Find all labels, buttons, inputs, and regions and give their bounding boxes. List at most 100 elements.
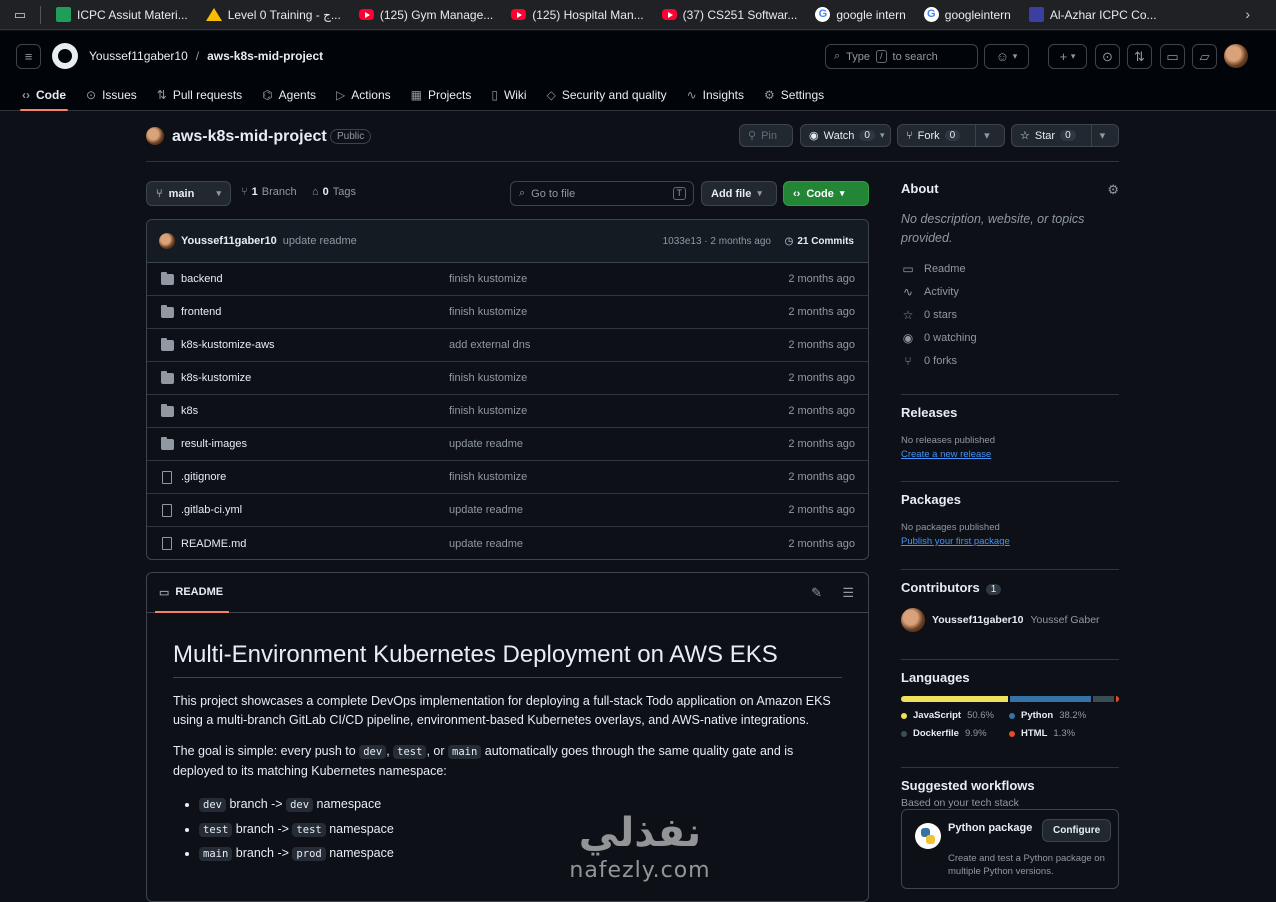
bookmark-item[interactable]: (125) Gym Manage... [358,8,493,22]
file-commit-message[interactable]: finish kustomize [449,306,527,318]
fork-button[interactable]: ⑂ Fork 0 ▾ [897,124,1005,147]
pencil-icon[interactable]: ✎ [811,585,822,601]
tab-code[interactable]: ‹› Code [12,80,76,111]
file-row[interactable]: .gitlab-ci.yml update readme 2 months ago [147,494,868,527]
tab-insights[interactable]: ∿ Insights [677,80,754,110]
file-row[interactable]: .gitignore finish kustomize 2 months ago [147,461,868,494]
language-item[interactable]: JavaScript 50.6% [901,710,1009,721]
branch-selector[interactable]: ⑂ main ▾ [146,181,231,206]
file-row[interactable]: README.md update readme 2 months ago [147,527,868,559]
add-file-button[interactable]: Add file ▾ [701,181,777,206]
releases-title[interactable]: Releases [901,405,1119,420]
issues-icon[interactable]: ⊙ [1095,44,1120,69]
about-stat-eye[interactable]: ◉ 0 watching [901,326,1119,349]
star-button[interactable]: ☆ Star 0 ▾ [1011,124,1119,147]
file-commit-message[interactable]: update readme [449,504,523,516]
tab-wiki[interactable]: ▯ Wiki [481,80,536,110]
chevron-down-icon[interactable]: ▾ [975,125,998,146]
commit-message[interactable]: update readme [283,235,357,247]
commit-author-avatar[interactable] [159,233,175,249]
copilot-button[interactable]: ☺ ▾ [984,44,1029,69]
inbox-icon[interactable]: ▱ [1192,44,1217,69]
about-stat-fork[interactable]: ⑂ 0 forks [901,349,1119,372]
tab-projects[interactable]: ▦ Projects [401,80,482,110]
file-row[interactable]: k8s-kustomize finish kustomize 2 months ag… [147,362,868,395]
create-new-button[interactable]: + ▾ [1048,44,1087,69]
outline-list-icon[interactable]: ☰ [842,585,854,601]
file-commit-message[interactable]: finish kustomize [449,471,527,483]
language-bar-segment [1116,696,1119,702]
bookmark-item[interactable]: Ggoogleintern [923,7,1011,22]
create-release-link[interactable]: Create a new release [901,449,1119,460]
tab-security-and-quality[interactable]: ◇ Security and quality [537,80,677,110]
file-row[interactable]: result-images update readme 2 months ago [147,428,868,461]
bookmark-item[interactable]: Ggoogle intern [815,7,906,22]
repositories-icon[interactable]: ▭ [1160,44,1185,69]
bookmark-item[interactable]: (125) Hospital Man... [511,8,644,22]
tab-search-icon[interactable]: ▭ [0,0,40,30]
file-row[interactable]: k8s-kustomize-aws add external dns 2 month… [147,329,868,362]
file-name[interactable]: k8s [181,405,198,417]
packages-title[interactable]: Packages [901,492,1119,507]
tags-link[interactable]: ⌂ 0 Tags [312,186,356,198]
code-button[interactable]: ‹› Code ▾ [783,181,869,206]
tab-actions[interactable]: ▷ Actions [326,80,401,110]
publish-package-link[interactable]: Publish your first package [901,536,1119,547]
hamburger-menu-icon[interactable]: ≡ [16,44,41,69]
file-name[interactable]: README.md [181,538,246,550]
about-stat-star[interactable]: ☆ 0 stars [901,303,1119,326]
gear-icon[interactable]: ⚙ [1107,182,1119,198]
file-name[interactable]: k8s-kustomize-aws [181,339,275,351]
file-commit-message[interactable]: finish kustomize [449,405,527,417]
chevron-down-icon[interactable]: ▾ [1090,125,1114,146]
pin-button[interactable]: ⚲ Pin [739,124,793,147]
watch-button[interactable]: ◉ Watch 0 ▾ [800,124,891,147]
breadcrumb-repo[interactable]: aws-k8s-mid-project [207,49,323,63]
about-stat-book[interactable]: ▭ Readme [901,257,1119,280]
readme-tab[interactable]: ▭ README [154,586,230,613]
file-row[interactable]: k8s finish kustomize 2 months ago [147,395,868,428]
file-name[interactable]: backend [181,273,223,285]
contributors-heading[interactable]: Contributors 1 [901,580,1119,595]
file-commit-message[interactable]: update readme [449,538,523,550]
branches-count: 1 [251,186,258,198]
file-commit-message[interactable]: update readme [449,438,523,450]
file-name[interactable]: result-images [181,438,247,450]
go-to-file-input[interactable]: ⌕ Go to file T [510,181,694,206]
search-input[interactable]: ⌕ Type / to search [825,44,978,69]
file-name[interactable]: frontend [181,306,221,318]
repo-name[interactable]: aws-k8s-mid-project [172,128,327,146]
chevron-right-icon[interactable]: › [1245,6,1250,22]
breadcrumb-owner[interactable]: Youssef11gaber10 [89,49,188,63]
tab-agents[interactable]: ⌬ Agents [252,80,326,110]
user-avatar[interactable] [1224,44,1248,68]
bookmark-item[interactable]: ICPC Assiut Materi... [56,7,188,22]
file-commit-message[interactable]: add external dns [449,339,530,351]
tab-issues[interactable]: ⊙ Issues [76,80,147,110]
commit-author[interactable]: Youssef11gaber10 [181,235,277,247]
configure-button[interactable]: Configure [1042,819,1112,842]
bookmark-item[interactable]: (37) CS251 Softwar... [661,8,797,22]
language-item[interactable]: HTML 1.3% [1009,728,1117,739]
github-logo-icon[interactable] [52,43,78,69]
file-name[interactable]: .gitignore [181,471,226,483]
file-name[interactable]: .gitlab-ci.yml [181,504,242,516]
file-name[interactable]: k8s-kustomize [181,372,251,384]
file-commit-message[interactable]: finish kustomize [449,372,527,384]
tab-pull-requests[interactable]: ⇅ Pull requests [147,80,252,110]
language-item[interactable]: Dockerfile 9.9% [901,728,1009,739]
file-commit-time: 2 months ago [788,273,855,285]
file-row[interactable]: frontend finish kustomize 2 months ago [147,296,868,329]
branches-link[interactable]: ⑂ 1 Branch [241,186,297,198]
contributor-item[interactable]: Youssef11gaber10 Youssef Gaber [901,608,1119,632]
pull-requests-icon[interactable]: ⇅ [1127,44,1152,69]
tab-settings[interactable]: ⚙ Settings [754,80,834,110]
about-stat-activity[interactable]: ∿ Activity [901,280,1119,303]
bookmark-item[interactable]: Level 0 Training - ج... [205,8,341,22]
commit-sha-time[interactable]: 1033e13 · 2 months ago [663,236,771,247]
file-commit-message[interactable]: finish kustomize [449,273,527,285]
bookmark-item[interactable]: Al-Azhar ICPC Co... [1028,7,1157,22]
commits-link[interactable]: ◷ 21 Commits [785,236,854,247]
file-row[interactable]: backend finish kustomize 2 months ago [147,263,868,296]
language-item[interactable]: Python 38.2% [1009,710,1117,721]
